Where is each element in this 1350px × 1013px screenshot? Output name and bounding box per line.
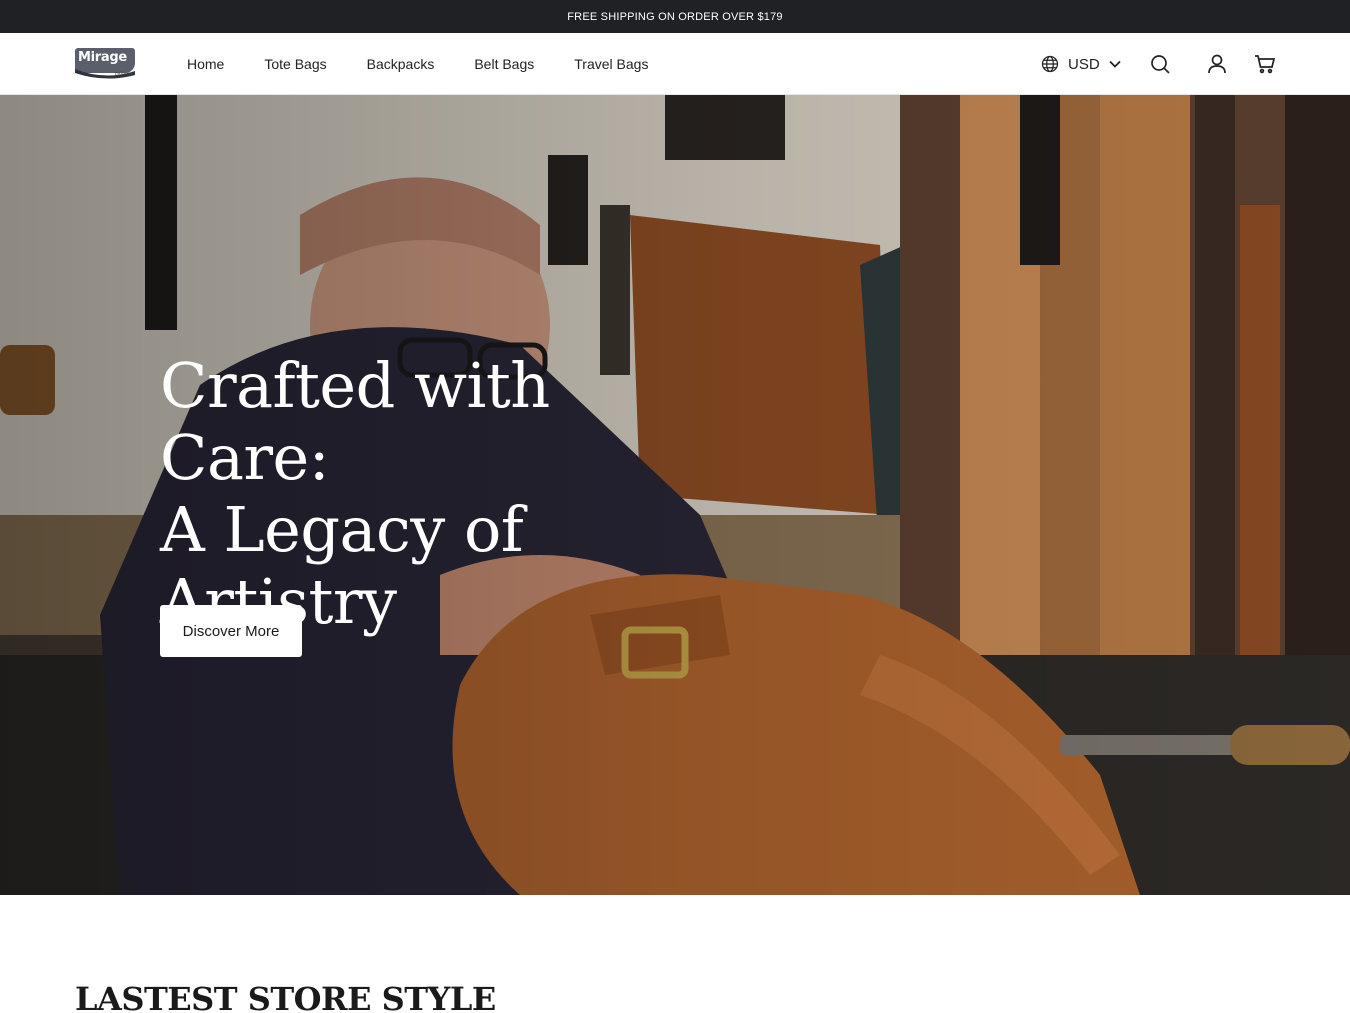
- nav-item-travel-bags[interactable]: Travel Bags: [574, 56, 648, 72]
- globe-icon: [1041, 55, 1059, 73]
- chevron-down-icon: [1109, 60, 1121, 68]
- section-title: LASTEST STORE STYLE: [75, 980, 496, 1013]
- logo[interactable]: Mirage relieve: [75, 48, 135, 80]
- main-nav: Home Tote Bags Backpacks Belt Bags Trave…: [187, 33, 688, 95]
- hero-title-line-1: Crafted with Care:: [160, 349, 550, 494]
- hero-title: Crafted with Care: A Legacy of Artistry: [160, 350, 720, 638]
- currency-label: USD: [1068, 55, 1100, 73]
- logo-subtext: relieve: [115, 71, 133, 77]
- hero-title-line-2: A Legacy of: [160, 493, 524, 566]
- site-header: Mirage relieve Home Tote Bags Backpacks …: [0, 33, 1350, 95]
- search-icon: [1151, 55, 1170, 74]
- currency-selector[interactable]: USD: [1040, 52, 1122, 76]
- logo-wordmark: Mirage: [78, 50, 127, 65]
- cart-icon: [1255, 55, 1276, 74]
- nav-item-belt-bags[interactable]: Belt Bags: [474, 56, 534, 72]
- announcement-text: FREE SHIPPING ON ORDER OVER $179: [567, 10, 783, 23]
- hero-banner: Crafted with Care: A Legacy of Artistry …: [0, 95, 1350, 895]
- announcement-bar: FREE SHIPPING ON ORDER OVER $179: [0, 0, 1350, 33]
- search-button[interactable]: [1148, 52, 1172, 76]
- cart-button[interactable]: [1253, 52, 1277, 76]
- discover-more-button[interactable]: Discover More: [160, 605, 302, 657]
- nav-item-backpacks[interactable]: Backpacks: [367, 56, 435, 72]
- nav-item-tote-bags[interactable]: Tote Bags: [264, 56, 326, 72]
- user-icon: [1208, 54, 1226, 74]
- account-button[interactable]: [1205, 52, 1229, 76]
- nav-item-home[interactable]: Home: [187, 56, 224, 72]
